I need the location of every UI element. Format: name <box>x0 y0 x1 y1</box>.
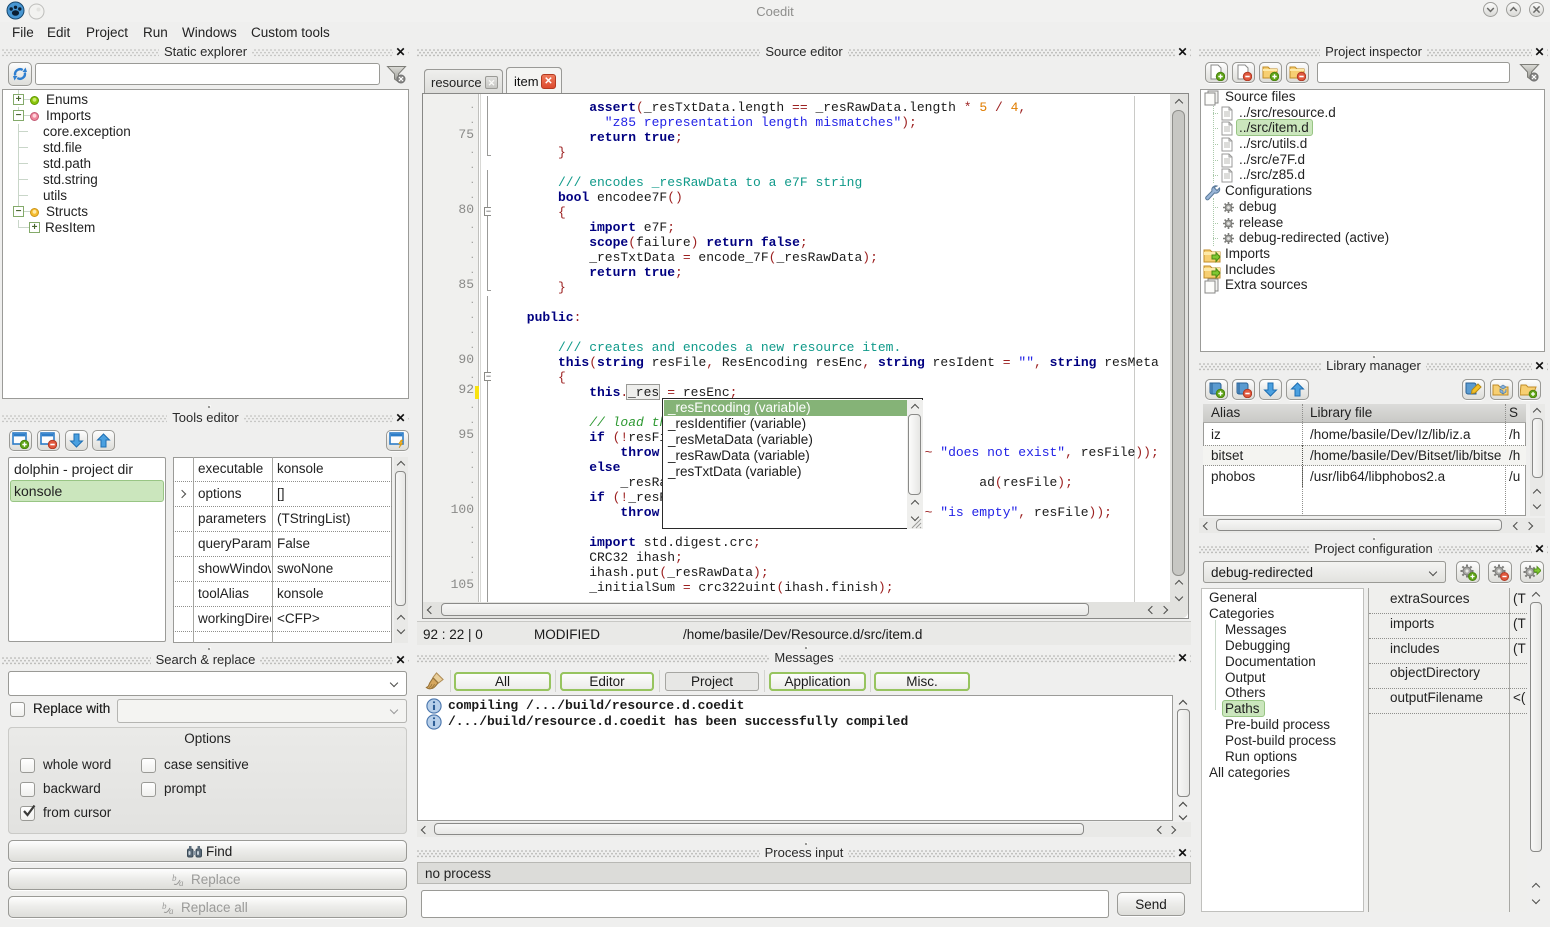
svg-text:a: a <box>169 906 174 915</box>
svg-text:b: b <box>172 873 177 883</box>
svg-text:b: b <box>162 901 167 911</box>
svg-text:a: a <box>179 878 184 887</box>
